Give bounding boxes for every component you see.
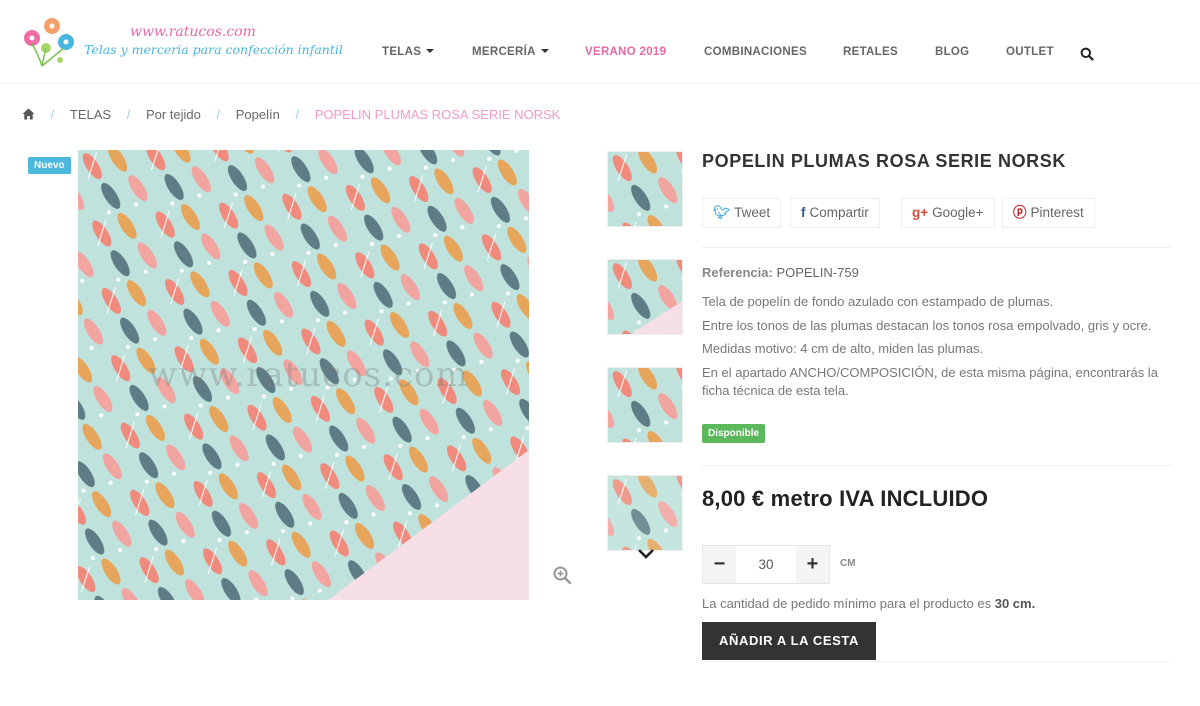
add-to-cart-button[interactable]: AÑADIR A LA CESTA: [702, 622, 876, 660]
main-product-image[interactable]: www.ratucos.com: [78, 150, 529, 600]
quantity-decrease-button[interactable]: −: [703, 546, 736, 583]
thumbnail-4[interactable]: [607, 475, 683, 551]
thumbnail-1[interactable]: [607, 151, 683, 227]
description-line: En el apartado ANCHO/COMPOSICIÓN, de est…: [702, 364, 1158, 399]
share-google-plus-button[interactable]: g+ Google+: [901, 198, 995, 228]
breadcrumb-item-por-tejido[interactable]: Por tejido: [146, 107, 201, 122]
nav-item-blog[interactable]: BLOG: [935, 46, 969, 58]
breadcrumb-item-popelin[interactable]: Popelín: [236, 107, 280, 122]
nav-item-telas[interactable]: TELAS: [382, 46, 435, 58]
breadcrumb-separator: /: [126, 107, 131, 122]
breadcrumb-separator: /: [295, 107, 300, 122]
image-watermark: www.ratucos.com: [148, 355, 469, 395]
pinterest-icon: ⓟ: [1013, 205, 1027, 220]
breadcrumb-separator: /: [50, 107, 55, 122]
share-label: Tweet: [734, 205, 771, 220]
reference-label: Referencia:: [702, 265, 773, 280]
caret-down-icon: [540, 48, 549, 53]
product-price: 8,00 € metro IVA INCLUIDO: [702, 486, 989, 511]
description-line: Tela de popelín de fondo azulado con est…: [702, 294, 1054, 309]
google-plus-icon: g+: [912, 205, 929, 220]
quantity-stepper: − +: [702, 545, 830, 584]
nav-item-outlet[interactable]: OUTLET: [1006, 46, 1054, 58]
main-nav: TELAS MERCERÍA VERANO 2019 COMBINACIONES…: [0, 46, 1200, 66]
home-icon[interactable]: [22, 108, 35, 120]
thumbnail-image: [608, 368, 682, 442]
caret-down-icon: [426, 48, 435, 53]
nav-item-verano-2019[interactable]: VERANO 2019: [585, 46, 666, 58]
chevron-down-icon[interactable]: [637, 548, 655, 560]
divider: [702, 247, 1171, 248]
facebook-icon: f: [801, 205, 806, 220]
divider: [702, 465, 1171, 466]
site-header: www.ratucos.com Telas y merceria para co…: [0, 0, 1200, 82]
share-facebook-button[interactable]: f Compartir: [790, 198, 880, 228]
availability-badge: Disponible: [702, 424, 766, 443]
search-icon[interactable]: [1080, 47, 1094, 61]
product-title: POPELIN PLUMAS ROSA SERIE NORSK: [702, 151, 1066, 171]
product-reference: Referencia: POPELIN-759: [702, 265, 859, 280]
thumbnail-3[interactable]: [607, 367, 683, 443]
twitter-icon: 🐦︎: [713, 205, 731, 220]
share-label: Compartir: [809, 205, 869, 220]
share-pinterest-button[interactable]: ⓟ Pinterest: [1002, 198, 1095, 228]
product-description: Tela de popelín de fondo azulado con est…: [702, 293, 1174, 406]
breadcrumb-current: POPELIN PLUMAS ROSA SERIE NORSK: [314, 107, 561, 122]
description-line: Entre los tonos de las plumas destacan l…: [702, 317, 1152, 333]
logo-url-text: www.ratucos.com: [130, 24, 256, 40]
breadcrumb-separator: /: [216, 107, 221, 122]
share-label: Google+: [932, 205, 984, 220]
nav-item-retales[interactable]: RETALES: [843, 46, 898, 58]
nav-item-merceria[interactable]: MERCERÍA: [472, 46, 549, 58]
breadcrumb-item-telas[interactable]: TELAS: [70, 107, 111, 122]
quantity-increase-button[interactable]: +: [796, 546, 829, 583]
thumbnail-2[interactable]: [607, 259, 683, 335]
quantity-unit: CM: [840, 558, 856, 569]
share-twitter-button[interactable]: 🐦︎ Tweet: [702, 198, 782, 228]
min-qty-value: 30 cm.: [994, 596, 1036, 611]
reference-value: POPELIN-759: [776, 265, 859, 280]
new-badge: Nuevo: [28, 157, 71, 174]
nav-label: MERCERÍA: [472, 46, 536, 58]
thumbnail-image: [608, 152, 682, 226]
description-line: Medidas motivo: 4 cm de alto, miden las …: [702, 341, 984, 356]
zoom-in-icon[interactable]: [552, 565, 572, 585]
breadcrumb: / TELAS / Por tejido / Popelín / POPELIN…: [22, 107, 560, 127]
nav-item-combinaciones[interactable]: COMBINACIONES: [704, 46, 807, 58]
thumbnail-image: [608, 260, 682, 334]
thumbnail-image: [608, 476, 682, 550]
min-qty-text: La cantidad de pedido mínimo para el pro…: [702, 596, 992, 611]
minimum-quantity-note: La cantidad de pedido mínimo para el pro…: [702, 596, 1035, 611]
divider: [702, 661, 1171, 662]
quantity-input[interactable]: [737, 546, 795, 583]
nav-label: TELAS: [382, 46, 422, 58]
share-label: Pinterest: [1030, 205, 1084, 220]
